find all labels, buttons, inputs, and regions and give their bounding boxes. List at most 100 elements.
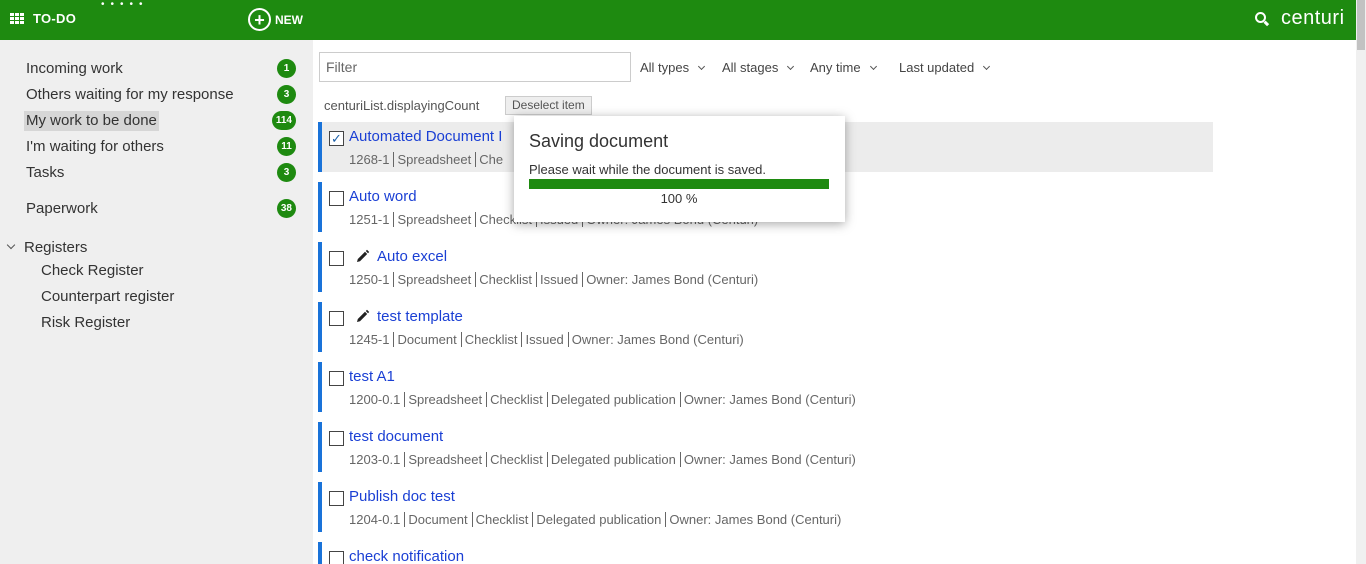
drag-handle-icon[interactable]: ••••• <box>101 0 149 10</box>
progress-text: 100 % <box>660 191 698 206</box>
item-meta-field: Che <box>475 152 504 167</box>
item-meta-field: Checklist <box>475 272 532 287</box>
list-item[interactable]: Publish doc test 1204-0.1 Document Checklis… <box>318 482 1213 532</box>
chevron-down-icon <box>787 62 795 71</box>
item-title-link[interactable]: test A1 <box>349 368 395 385</box>
count-badge: 38 <box>276 199 296 218</box>
count-badge: 114 <box>271 111 296 130</box>
item-title-link[interactable]: check notification <box>349 548 464 564</box>
chevron-down-icon <box>983 62 991 71</box>
item-meta-field: Issued <box>521 332 564 347</box>
sidebar-item-paperwork[interactable]: Paperwork 38 <box>24 199 296 221</box>
item-title-link[interactable]: Automated Document I <box>349 128 502 145</box>
item-title-link[interactable]: test document <box>349 428 443 445</box>
sidebar-item-risk-register[interactable]: Risk Register <box>41 314 130 331</box>
sidebar-item-check-register[interactable]: Check Register <box>41 262 144 279</box>
sidebar-item-tasks[interactable]: Tasks 3 <box>24 163 296 185</box>
item-meta-field: Checklist <box>486 452 543 467</box>
todo-label: TO-DO <box>33 11 77 26</box>
brand-logo: centuri <box>1281 7 1345 29</box>
list-item[interactable]: test document 1203-0.1 Spreadsheet Checklis… <box>318 422 1213 472</box>
row-checkbox[interactable] <box>329 191 344 206</box>
item-meta-field: Spreadsheet <box>404 392 483 407</box>
sidebar-item-label: Paperwork <box>26 200 98 217</box>
row-checkbox[interactable] <box>329 491 344 506</box>
list-item[interactable]: check notification <box>318 542 1213 564</box>
sidebar-item-counterpart-register[interactable]: Counterpart register <box>41 288 174 305</box>
item-meta-field: Owner: James Bond (Centuri) <box>567 332 744 347</box>
item-meta-field: 1250-1 <box>349 272 390 287</box>
top-bar: TO-DO ••••• + NEW centuri <box>0 0 1356 40</box>
grid-menu-icon <box>10 12 24 25</box>
item-title-link[interactable]: test template <box>377 308 463 325</box>
item-meta-field: Checklist <box>486 392 543 407</box>
item-title-link[interactable]: Auto excel <box>377 248 447 265</box>
sidebar-item-my-work[interactable]: My work to be done 114 <box>24 111 296 133</box>
item-meta-field: 1268-1 <box>349 152 390 167</box>
row-checkbox[interactable] <box>329 431 344 446</box>
search-icon[interactable] <box>1255 12 1270 28</box>
item-meta-field: Spreadsheet <box>393 212 472 227</box>
sidebar-item-others-waiting[interactable]: Others waiting for my response 3 <box>24 85 296 107</box>
item-meta-field: Spreadsheet <box>393 272 472 287</box>
filter-input[interactable] <box>319 52 631 82</box>
types-dropdown[interactable]: All types <box>640 60 706 75</box>
item-meta: 1245-1 Document Checklist Issued Owner: Jame… <box>349 332 744 347</box>
item-meta-field: 1203-0.1 <box>349 452 401 467</box>
todo-menu-button[interactable]: TO-DO <box>10 11 76 26</box>
row-checkbox[interactable] <box>329 371 344 386</box>
page-scrollbar[interactable] <box>1356 0 1366 564</box>
item-meta-field: Delegated publication <box>546 452 676 467</box>
stages-dropdown[interactable]: All stages <box>722 60 795 75</box>
item-meta-field: Spreadsheet <box>404 452 483 467</box>
dialog-title: Saving document <box>529 131 669 151</box>
item-meta-field: Owner: James Bond (Centuri) <box>679 452 856 467</box>
scrollbar-thumb[interactable] <box>1357 0 1365 50</box>
item-meta-field: 1245-1 <box>349 332 390 347</box>
time-dropdown-label: Any time <box>810 60 861 75</box>
pencil-icon <box>354 309 370 325</box>
list-item[interactable]: test template 1245-1 Document Checklist Issu… <box>318 302 1213 352</box>
item-meta: 1250-1 Spreadsheet Checklist Issued Owner: J… <box>349 272 759 287</box>
sort-dropdown[interactable]: Last updated <box>899 60 991 75</box>
row-checkbox[interactable] <box>329 551 344 564</box>
registers-toggle[interactable]: Registers <box>6 239 88 256</box>
row-checkbox[interactable] <box>329 311 344 326</box>
item-meta-field: Document <box>404 512 468 527</box>
item-meta-field: Owner: James Bond (Centuri) <box>582 272 759 287</box>
time-dropdown[interactable]: Any time <box>810 60 877 75</box>
progress-fill <box>529 179 829 189</box>
row-checkbox[interactable] <box>329 251 344 266</box>
item-title-link[interactable]: Auto word <box>349 188 417 205</box>
new-button[interactable]: + NEW <box>248 8 303 31</box>
item-meta-field: Document <box>393 332 457 347</box>
item-meta-field: 1204-0.1 <box>349 512 401 527</box>
displaying-count: centuriList.displayingCount <box>324 98 480 113</box>
plus-icon: + <box>248 8 271 31</box>
chevron-down-icon <box>869 62 877 71</box>
item-meta-field: Issued <box>535 272 579 287</box>
saving-dialog: Saving document Please wait while the do… <box>514 116 845 222</box>
sidebar-item-incoming-work[interactable]: Incoming work 1 <box>24 59 296 81</box>
deselect-item-button[interactable]: Deselect item <box>505 96 592 115</box>
chevron-down-icon <box>6 240 16 250</box>
list-item[interactable]: test A1 1200-0.1 Spreadsheet Checklist Deleg… <box>318 362 1213 412</box>
sidebar: Incoming work 1 Others waiting for my re… <box>0 40 313 564</box>
dialog-message: Please wait while the document is saved. <box>529 162 767 177</box>
item-meta-field: Delegated publication <box>546 392 676 407</box>
item-meta: 1204-0.1 Document Checklist Delegated publi… <box>349 512 842 527</box>
sort-dropdown-label: Last updated <box>899 60 975 75</box>
sidebar-item-label: Tasks <box>26 164 65 181</box>
item-meta-field: 1251-1 <box>349 212 390 227</box>
count-badge: 11 <box>277 137 296 156</box>
sidebar-item-waiting-for-others[interactable]: I'm waiting for others 11 <box>24 137 296 159</box>
registers-label: Registers <box>24 239 88 256</box>
stages-dropdown-label: All stages <box>722 60 779 75</box>
item-meta-field: Spreadsheet <box>393 152 472 167</box>
row-checkbox[interactable]: ✓ <box>329 131 344 146</box>
chevron-down-icon <box>698 62 706 71</box>
list-item[interactable]: Auto excel 1250-1 Spreadsheet Checklist Issu… <box>318 242 1213 292</box>
item-meta-field: Delegated publication <box>532 512 662 527</box>
item-meta-field: Checklist <box>471 512 529 527</box>
item-title-link[interactable]: Publish doc test <box>349 488 455 505</box>
